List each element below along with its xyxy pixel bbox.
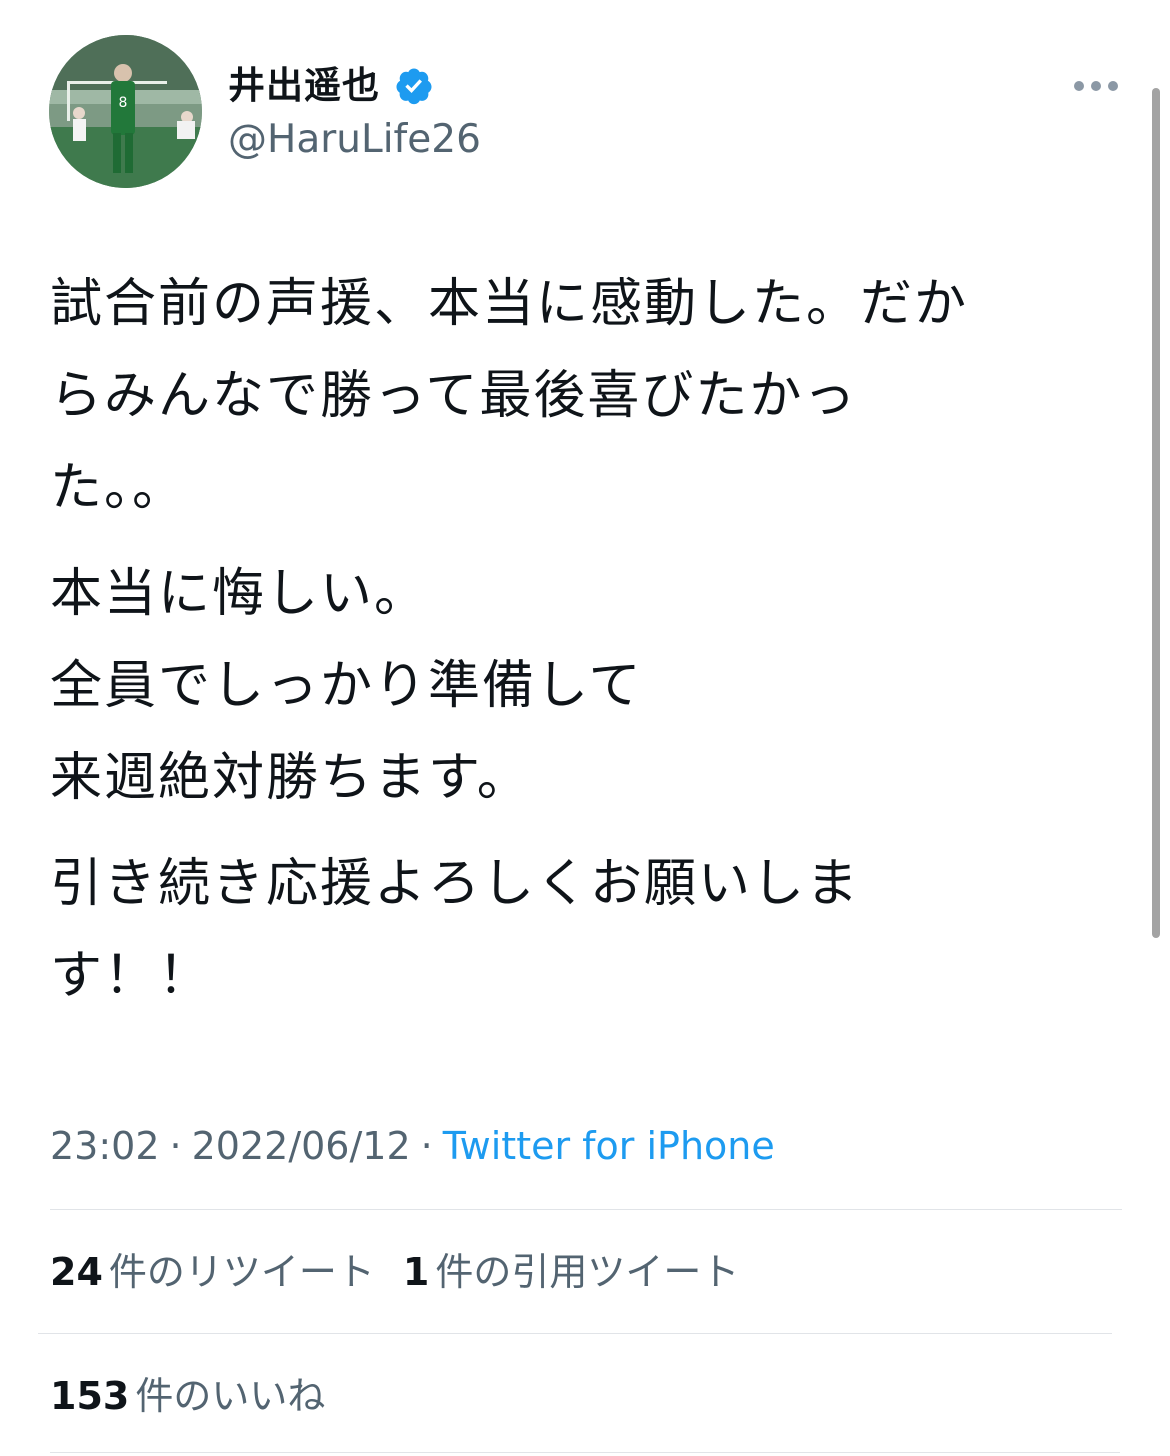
tweet-meta: 23:02 · 2022/06/12 · Twitter for iPhone — [50, 1118, 775, 1174]
quotes-count: 1 — [402, 1250, 430, 1294]
avatar-jersey-number: 8 — [119, 95, 128, 111]
author-handle[interactable]: @HaruLife26 — [228, 116, 481, 164]
scrollbar[interactable] — [1152, 88, 1160, 938]
avatar-photo: 8 — [49, 35, 202, 188]
author-display-name: 井出遥也 — [228, 64, 380, 107]
more-dot — [1108, 81, 1118, 91]
likes-label: 件のいいね — [135, 1374, 326, 1418]
likes-count: 153 — [50, 1374, 130, 1418]
meta-separator: · — [169, 1124, 182, 1168]
tweet-line: す！！ — [50, 946, 213, 1006]
more-horizontal-icon[interactable] — [1074, 78, 1118, 94]
retweets-count: 24 — [50, 1250, 103, 1294]
tweet-paragraph: 本当に悔しい。 全員でしっかり準備して 来週絶対勝ちます。 — [50, 548, 1140, 824]
tweet-line: 引き続き応援よろしくお願いしま — [50, 854, 861, 914]
tweet-line: 全員でしっかり準備して — [50, 656, 643, 716]
divider — [50, 1209, 1122, 1210]
tweet-time[interactable]: 23:02 — [50, 1124, 160, 1168]
retweets-stat[interactable]: 24 件のリツイート — [50, 1250, 375, 1294]
verified-badge-icon — [396, 68, 432, 105]
tweet-detail: 8 井出遥也 @HaruLife26 試合前の声援、本当に感動した。だか らみん… — [0, 0, 1170, 1456]
author-name-row[interactable]: 井出遥也 — [228, 62, 434, 110]
retweets-label: 件のリツイート — [108, 1250, 375, 1294]
quotes-stat[interactable]: 1 件の引用ツイート — [403, 1250, 739, 1294]
tweet-line: らみんなで勝って最後喜びたかっ — [50, 366, 858, 426]
avatar[interactable]: 8 — [49, 35, 202, 188]
tweet-paragraph: 試合前の声援、本当に感動した。だか らみんなで勝って最後喜びたかっ た。。 — [50, 258, 1140, 534]
tweet-line: 試合前の声援、本当に感動した。だか — [50, 274, 969, 334]
divider — [38, 1333, 1112, 1334]
tweet-source-link[interactable]: Twitter for iPhone — [443, 1124, 775, 1168]
tweet-line: 本当に悔しい。 — [50, 564, 429, 624]
tweet-line: た。。 — [50, 458, 187, 518]
retweet-stats-row: 24 件のリツイート 1 件の引用ツイート — [50, 1244, 739, 1300]
tweet-date[interactable]: 2022/06/12 — [192, 1124, 411, 1168]
tweet-text: 試合前の声援、本当に感動した。だか らみんなで勝って最後喜びたかっ た。。 本当… — [50, 258, 1140, 1036]
meta-separator: · — [420, 1124, 433, 1168]
more-dot — [1074, 81, 1084, 91]
more-dot — [1091, 81, 1101, 91]
tweet-line: 来週絶対勝ちます。 — [50, 748, 531, 808]
quotes-label: 件の引用ツイート — [435, 1250, 740, 1294]
likes-stat[interactable]: 153 件のいいね — [50, 1374, 325, 1418]
tweet-paragraph: 引き続き応援よろしくお願いしま す！！ — [50, 838, 1140, 1022]
divider — [50, 1452, 1120, 1453]
likes-stats-row: 153 件のいいね — [50, 1368, 325, 1424]
